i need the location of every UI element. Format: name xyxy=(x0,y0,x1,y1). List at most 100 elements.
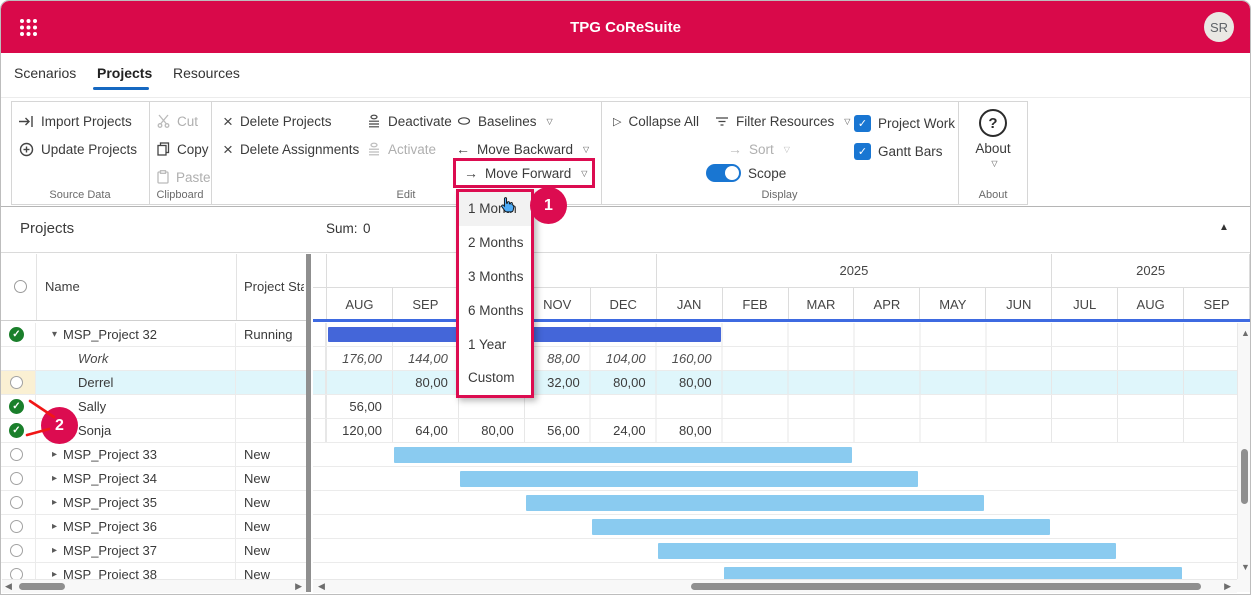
row-select-radio[interactable] xyxy=(10,568,23,579)
scroll-right-icon[interactable]: ▶ xyxy=(1224,580,1231,593)
scroll-left-icon[interactable]: ◀ xyxy=(5,580,12,593)
copy-button[interactable]: Copy xyxy=(157,137,209,161)
grid-row-derrel[interactable]: Derrel xyxy=(1,371,306,395)
gantt-bar[interactable] xyxy=(724,567,1183,579)
chevron-down-icon: ▽ xyxy=(844,117,850,126)
scrollbar-thumb[interactable] xyxy=(1241,449,1248,504)
scrollbar-thumb[interactable] xyxy=(691,583,1201,590)
work-value: 120,00 xyxy=(328,423,382,438)
delete-assignments-button[interactable]: × Delete Assignments xyxy=(223,137,359,161)
grid-rows: ✓▾MSP_Project 32RunningWork176,00144,008… xyxy=(1,323,1251,579)
caret-collapsed-icon[interactable]: ▸ xyxy=(52,473,57,484)
deactivate-button[interactable]: Deactivate xyxy=(367,109,452,133)
gantt-bars-checkbox[interactable]: ✓ Gantt Bars xyxy=(854,139,943,163)
collapse-all-button[interactable]: ▷ Collapse All xyxy=(613,109,699,133)
gantt-bar[interactable] xyxy=(394,447,853,463)
grid-row-msp-project-32[interactable]: ✓▾MSP_Project 32Running xyxy=(1,323,306,347)
row-name: MSP_Project 32 xyxy=(63,327,157,342)
caret-collapsed-icon[interactable]: ▸ xyxy=(52,449,57,460)
month-header: SEP xyxy=(1183,288,1249,320)
row-name-cell[interactable]: ▸MSP_Project 33 xyxy=(36,443,236,466)
gantt-horizontal-scrollbar[interactable]: ◀ ▶ xyxy=(313,579,1237,593)
menu-item-1-month[interactable]: 1 Month xyxy=(459,192,531,226)
import-projects-button[interactable]: Import Projects xyxy=(19,109,132,133)
month-header: FEB xyxy=(722,288,788,320)
work-value: 56,00 xyxy=(526,423,580,438)
caret-collapsed-icon[interactable]: ▸ xyxy=(52,497,57,508)
scroll-right-icon[interactable]: ▶ xyxy=(295,580,302,593)
row-status-cell: New xyxy=(236,539,306,562)
menu-item-3-months[interactable]: 3 Months xyxy=(459,260,531,294)
grid-row-msp-project-36[interactable]: ▸MSP_Project 36New xyxy=(1,515,306,539)
gantt-bar[interactable] xyxy=(460,471,919,487)
grid-row-msp-project-37[interactable]: ▸MSP_Project 37New xyxy=(1,539,306,563)
caret-collapsed-icon[interactable]: ▸ xyxy=(52,569,57,579)
baselines-button[interactable]: Baselines ▽ xyxy=(457,109,553,133)
menu-item-1-year[interactable]: 1 Year xyxy=(459,327,531,361)
baselines-icon xyxy=(457,116,471,126)
row-name-cell[interactable]: Derrel xyxy=(36,371,236,394)
left-horizontal-scrollbar[interactable]: ◀ ▶ xyxy=(2,579,306,593)
row-select-radio[interactable] xyxy=(10,544,23,557)
column-header-name[interactable]: Name xyxy=(45,279,80,294)
avatar[interactable]: SR xyxy=(1204,12,1234,42)
column-header-status[interactable]: Project Status xyxy=(244,279,304,294)
row-icon-cell xyxy=(1,347,36,370)
pane-splitter[interactable] xyxy=(306,254,311,592)
row-name-cell[interactable]: ▸MSP_Project 38 xyxy=(36,563,236,579)
row-select-radio[interactable] xyxy=(10,496,23,509)
about-button[interactable]: ? About ▽ xyxy=(958,107,1028,168)
menu-item-2-months[interactable]: 2 Months xyxy=(459,226,531,260)
caret-collapsed-icon[interactable]: ▸ xyxy=(52,521,57,532)
delete-projects-button[interactable]: × Delete Projects xyxy=(223,109,331,133)
tab-resources[interactable]: Resources xyxy=(173,65,240,81)
gantt-row: 120,0064,0080,0056,0024,0080,00 xyxy=(313,419,1237,443)
row-name: Sonja xyxy=(78,423,111,438)
panel-collapse-icon[interactable]: ▲ xyxy=(1219,222,1229,233)
grid-row-msp-project-33[interactable]: ▸MSP_Project 33New xyxy=(1,443,306,467)
row-name-cell[interactable]: ▸MSP_Project 37 xyxy=(36,539,236,562)
row-name-cell[interactable]: ▸MSP_Project 36 xyxy=(36,515,236,538)
hand-cursor-icon xyxy=(498,196,516,215)
row-select-radio[interactable] xyxy=(10,520,23,533)
month-header: JAN xyxy=(656,288,722,320)
scrollbar-thumb[interactable] xyxy=(19,583,65,590)
scroll-up-icon[interactable]: ▲ xyxy=(1241,327,1250,340)
filter-resources-button[interactable]: Filter Resources ▽ xyxy=(715,109,850,133)
menu-item-6-months[interactable]: 6 Months xyxy=(459,293,531,327)
tab-scenarios[interactable]: Scenarios xyxy=(14,65,76,81)
grid-row-work[interactable]: Work xyxy=(1,347,306,371)
row-name-cell[interactable]: ▾ MSP_Project 32 xyxy=(36,323,236,346)
gantt-bar[interactable] xyxy=(526,495,985,511)
row-select-radio[interactable] xyxy=(10,376,23,389)
move-forward-button[interactable]: → Move Forward ▽ xyxy=(453,158,595,188)
caret-expanded-icon[interactable]: ▾ xyxy=(52,329,57,340)
status-value: New xyxy=(244,495,270,510)
grid-row-msp-project-34[interactable]: ▸MSP_Project 34New xyxy=(1,467,306,491)
update-projects-button[interactable]: Update Projects xyxy=(19,137,137,161)
grid-row-msp-project-38[interactable]: ▸MSP_Project 38New xyxy=(1,563,306,579)
caret-collapsed-icon[interactable]: ▸ xyxy=(52,545,57,556)
row-select-radio[interactable] xyxy=(10,448,23,461)
toggle-on-icon[interactable] xyxy=(706,164,741,182)
grid-row-msp-project-35[interactable]: ▸MSP_Project 35 New xyxy=(1,491,306,515)
project-work-checkbox[interactable]: ✓ Project Work xyxy=(854,111,955,135)
select-all-radio[interactable] xyxy=(14,280,27,293)
row-name-cell[interactable]: Work xyxy=(36,347,236,370)
scroll-down-icon[interactable]: ▼ xyxy=(1241,561,1250,574)
checkbox-checked-icon[interactable]: ✓ xyxy=(854,143,871,160)
gantt-row: 56,00 xyxy=(313,395,1237,419)
row-name-cell[interactable]: ▸MSP_Project 35 xyxy=(36,491,236,514)
vertical-scrollbar[interactable]: ▲ ▼ xyxy=(1237,323,1251,579)
group-label-display: Display xyxy=(601,189,958,201)
gantt-bar[interactable] xyxy=(658,543,1117,559)
gantt-bar[interactable] xyxy=(592,519,1051,535)
row-name-cell[interactable]: ▸MSP_Project 34 xyxy=(36,467,236,490)
tab-projects[interactable]: Projects xyxy=(97,65,152,81)
scope-toggle[interactable]: Scope xyxy=(706,161,786,185)
scroll-left-icon[interactable]: ◀ xyxy=(318,580,325,593)
checkbox-checked-icon[interactable]: ✓ xyxy=(854,115,871,132)
menu-item-custom[interactable]: Custom xyxy=(459,361,531,395)
row-select-radio[interactable] xyxy=(10,472,23,485)
chevron-down-icon: ▽ xyxy=(583,145,589,154)
